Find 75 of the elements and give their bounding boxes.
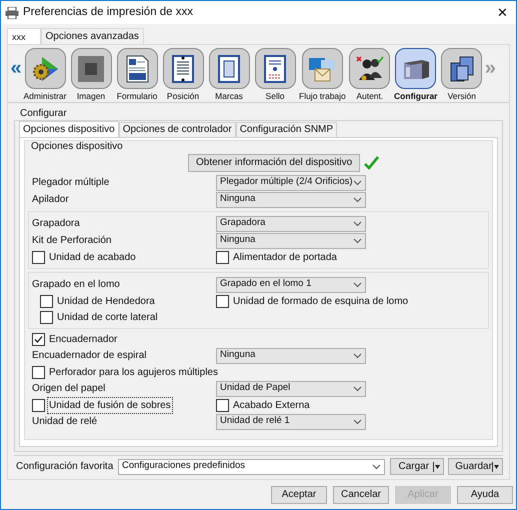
save-split-button[interactable]: Guardar — [448, 458, 504, 475]
field-label: Grapadora — [32, 217, 81, 231]
dropdown[interactable]: Ninguna — [216, 192, 366, 208]
dropdown[interactable]: Unidad de Papel — [216, 380, 366, 396]
dropdown-arrow-icon — [433, 462, 442, 472]
checkbox[interactable] — [216, 251, 229, 264]
toolbar-button[interactable]: Configurar — [392, 48, 439, 102]
favorite-label: Configuración favorita — [15, 460, 114, 474]
toolbar-button[interactable]: Posición — [160, 48, 206, 102]
checkbox[interactable] — [216, 399, 229, 412]
tab[interactable]: Configuración SNMP — [236, 122, 338, 137]
dropdown[interactable]: Ninguna — [216, 348, 366, 364]
toolbar-button[interactable]: Sello — [252, 48, 298, 102]
field-label: Encuadernador de espiral — [32, 349, 148, 363]
checkbox-label: Unidad de Hendedora — [56, 295, 156, 309]
checkbox-label: Unidad de corte lateral — [56, 311, 159, 325]
checkbox[interactable] — [216, 295, 229, 308]
field-label: Plegador múltiple — [32, 176, 110, 190]
checkbox[interactable] — [32, 251, 45, 264]
tab[interactable]: Opciones dispositivo — [19, 121, 119, 138]
field-label: Unidad de relé — [32, 415, 98, 429]
chevron-down-icon — [353, 180, 362, 186]
checkbox-label: Unidad de acabado — [48, 251, 137, 265]
checkbox[interactable] — [32, 366, 45, 379]
scroll-left-button[interactable]: « — [10, 58, 22, 78]
chevron-down-icon — [353, 238, 362, 244]
close-button[interactable]: ✕ — [497, 6, 508, 19]
checkbox[interactable] — [32, 399, 45, 412]
load-split-button[interactable]: Cargar — [390, 458, 444, 475]
toolbar-button[interactable]: Autent. — [346, 48, 393, 102]
device-info-button[interactable]: Obtener información del dispositivo — [188, 154, 360, 172]
chevron-down-icon — [353, 418, 362, 424]
toolbar-button[interactable]: Imagen — [68, 48, 114, 102]
checkbox[interactable] — [40, 311, 53, 324]
dropdown[interactable]: Ninguna — [216, 232, 366, 248]
toolbar-button[interactable]: Formulario — [114, 48, 160, 102]
group-title: Configurar — [19, 107, 68, 120]
dropdown[interactable]: Unidad de relé 1 — [216, 414, 366, 430]
checkbox[interactable] — [32, 333, 45, 346]
chevron-down-icon — [353, 352, 362, 358]
field-label: Origen del papel — [32, 382, 106, 396]
tab[interactable]: Opciones de controlador — [118, 122, 236, 137]
dialog-button[interactable]: Cancelar — [333, 486, 389, 504]
field-label: Apilador — [32, 193, 70, 207]
dialog-button[interactable]: Ayuda — [457, 486, 513, 504]
checkbox-label: Alimentador de portada — [232, 251, 338, 265]
dropdown[interactable]: Grapadora — [216, 216, 366, 232]
field-label: Kit de Perforación — [32, 234, 112, 248]
checkbox-label: Perforador para los agujeros múltiples — [48, 366, 219, 380]
toolbar-button[interactable]: Administrar — [22, 48, 68, 102]
toolbar-button[interactable]: Marcas — [206, 48, 252, 102]
tab[interactable]: xxx — [7, 28, 40, 45]
dialog-button[interactable]: Aceptar — [271, 486, 327, 504]
people-icon — [354, 54, 385, 84]
checkbox-label: Acabado Externa — [232, 399, 311, 413]
dropdown-arrow-icon — [492, 462, 500, 472]
chevron-down-icon — [353, 220, 362, 226]
toolbar-button[interactable]: Flujo trabajo — [298, 48, 347, 102]
chevron-down-icon — [372, 464, 380, 470]
checkbox-label: Encuadernador — [48, 333, 118, 347]
checkbox[interactable] — [40, 295, 53, 308]
dropdown[interactable]: Grapado en el lomo 1 — [216, 276, 366, 292]
checkbox-label: Unidad de fusión de sobres — [47, 397, 173, 414]
tab[interactable]: Opciones avanzadas — [40, 28, 144, 44]
square-icon — [76, 54, 106, 84]
checkbox-label: Unidad de formado de esquina de lomo — [232, 295, 410, 309]
dropdown[interactable]: Configuraciones predefinidos — [118, 458, 384, 474]
chevron-down-icon — [353, 282, 362, 288]
chevron-down-icon — [353, 386, 362, 392]
dropdown[interactable]: Plegador múltiple (2/4 Orificios) — [216, 174, 366, 190]
field-label: Grapado en el lomo — [32, 278, 121, 292]
window-title: Preferencias de impresión de xxx — [23, 4, 194, 20]
chevron-down-icon — [353, 196, 362, 202]
toolbar-button[interactable]: Versión — [438, 48, 485, 102]
group-title: Opciones dispositivo — [30, 140, 124, 153]
